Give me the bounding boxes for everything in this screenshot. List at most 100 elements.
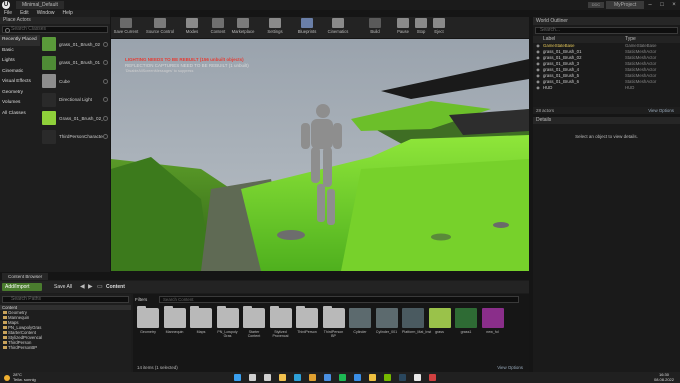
menu-window[interactable]: Window <box>33 10 59 17</box>
store-icon[interactable] <box>324 374 331 381</box>
asset-search[interactable]: Search Content <box>159 296 519 303</box>
category-basic[interactable]: Basic <box>0 46 40 57</box>
system-clock[interactable]: 16:30 08.08.2022 <box>654 372 674 382</box>
folder-tile[interactable]: ThirdPerson BP <box>322 306 345 338</box>
filters-button[interactable]: Filters <box>135 296 157 303</box>
column-type[interactable]: Type <box>625 36 636 43</box>
path-search[interactable]: Search Paths <box>2 296 129 303</box>
taskview-icon[interactable] <box>264 374 271 381</box>
category-lights[interactable]: Lights <box>0 56 40 67</box>
folder-icon <box>269 306 292 328</box>
asset-tile[interactable]: grass <box>428 308 451 334</box>
info-icon[interactable] <box>103 78 108 84</box>
breadcrumb-content[interactable]: Content <box>106 283 125 291</box>
toolbar-button-label: Modes <box>185 29 199 34</box>
folder-tile[interactable]: Maps <box>190 306 212 334</box>
actor-item[interactable]: ThirdPersonCharacter <box>42 128 110 147</box>
folder-tile[interactable]: PN_Lowpoly Gras <box>216 306 239 338</box>
pause-button[interactable]: Pause <box>395 17 411 38</box>
blueprints-icon <box>301 18 313 28</box>
menu-edit[interactable]: Edit <box>16 10 33 17</box>
eject-button[interactable]: Eject <box>431 17 447 38</box>
asset-view-options[interactable]: View Options <box>497 365 523 370</box>
asset-tile[interactable]: Cylinder_001 <box>375 308 398 334</box>
actor-item[interactable]: Directional Light <box>42 91 110 110</box>
actor-item[interactable]: grass_01_Brush_01 <box>42 54 110 73</box>
build-button[interactable]: Build <box>363 17 387 38</box>
reflection-warning: REFLECTION CAPTURES NEED TO BE REBUILT (… <box>125 63 249 68</box>
explorer-icon[interactable] <box>279 374 286 381</box>
tree-folder[interactable]: ThirdPersonBP <box>0 345 131 350</box>
info-icon[interactable] <box>103 41 108 47</box>
minimize-icon[interactable]: – <box>644 0 656 10</box>
edge-icon[interactable] <box>294 374 301 381</box>
stop-button[interactable]: Stop <box>413 17 429 38</box>
asset-tile[interactable]: grass1 <box>455 308 477 334</box>
mail-icon[interactable] <box>354 374 361 381</box>
info-icon[interactable] <box>103 115 108 121</box>
actor-item[interactable]: Cube <box>42 72 110 91</box>
level-tab[interactable]: Minimal_Default <box>16 1 64 9</box>
toolbar-button-label: Pause <box>397 29 409 34</box>
info-icon[interactable] <box>103 60 108 66</box>
folder-tile[interactable]: Mannequin <box>163 306 186 334</box>
outliner-row[interactable]: ◉ HUD HUD <box>533 85 680 91</box>
folder-tile[interactable]: Geometry <box>137 306 159 334</box>
notes-icon[interactable] <box>429 374 436 381</box>
asset-tile[interactable]: Cylinder <box>349 308 371 334</box>
actor-thumbnail <box>42 129 56 144</box>
back-arrow-icon[interactable]: ◀ <box>80 283 85 291</box>
asset-tile[interactable]: new_fol <box>481 308 504 334</box>
steam-icon[interactable] <box>399 374 406 381</box>
category-geometry[interactable]: Geometry <box>0 88 40 99</box>
settings-button[interactable]: Settings <box>261 17 289 38</box>
folder-tile[interactable]: Starter Content <box>243 306 265 339</box>
folder-tile[interactable]: Stylized Provencal <box>269 306 292 338</box>
weather-widget[interactable]: 28°C Teilw. sonnig <box>4 372 36 382</box>
content-button[interactable]: Content <box>209 17 227 38</box>
visibility-eye-icon[interactable]: ◉ <box>533 85 543 91</box>
category-visual-effects[interactable]: Visual Effects <box>0 77 40 88</box>
category-recently-placed[interactable]: Recently Placed <box>0 35 40 46</box>
start-icon[interactable] <box>234 374 241 381</box>
cinematics-button[interactable]: Cinematics <box>323 17 353 38</box>
save-all-button[interactable]: Save All <box>46 283 76 291</box>
actor-item[interactable]: grass_01_Brush_02 <box>42 35 110 54</box>
column-label[interactable]: Label <box>543 36 625 43</box>
content-icon <box>212 18 224 28</box>
source-control-button[interactable]: Source Control <box>143 17 177 38</box>
content-browser-tab[interactable]: Content Browser <box>2 273 49 280</box>
close-icon[interactable]: × <box>668 0 680 10</box>
chrome-icon[interactable] <box>309 374 316 381</box>
menu-help[interactable]: Help <box>58 10 76 17</box>
spotify-icon[interactable] <box>339 374 346 381</box>
files-icon[interactable] <box>369 374 376 381</box>
info-icon[interactable] <box>103 97 108 103</box>
level-viewport[interactable]: LIGHTING NEEDS TO BE REBUILT (156 unbuil… <box>111 39 529 271</box>
modes-icon <box>186 18 198 28</box>
actor-item[interactable]: Grass_01_Brush_02_M <box>42 109 110 128</box>
marketplace-button[interactable]: Marketplace <box>229 17 257 38</box>
menu-file[interactable]: File <box>0 10 16 17</box>
folder-tile[interactable]: ThirdPerson <box>296 306 318 334</box>
save-current-button[interactable]: Save Current <box>113 17 139 38</box>
blueprints-button[interactable]: Blueprints <box>293 17 321 38</box>
search-icon[interactable] <box>249 374 256 381</box>
add-import-button[interactable]: Add/Import <box>2 283 42 291</box>
info-icon[interactable] <box>103 134 108 140</box>
outliner-view-options[interactable]: View Options <box>648 107 674 114</box>
asset-name: Starter Content <box>247 330 261 339</box>
forward-arrow-icon[interactable]: ▶ <box>88 283 93 291</box>
asset-tile[interactable]: Platform_Mat_Inst <box>402 308 431 334</box>
maximize-icon[interactable]: □ <box>656 0 668 10</box>
outliner-search[interactable]: Search... <box>535 27 678 34</box>
category-cinematic[interactable]: Cinematic <box>0 67 40 78</box>
modes-button[interactable]: Modes <box>181 17 203 38</box>
unreal-icon[interactable] <box>414 374 421 381</box>
place-actors-search[interactable]: Search Classes <box>2 26 108 33</box>
category-volumes[interactable]: Volumes <box>0 98 40 109</box>
actor-thumbnail <box>42 111 56 126</box>
nvidia-icon[interactable] <box>384 374 391 381</box>
viewport-scene <box>111 39 529 271</box>
category-all-classes[interactable]: All Classes <box>0 109 40 120</box>
